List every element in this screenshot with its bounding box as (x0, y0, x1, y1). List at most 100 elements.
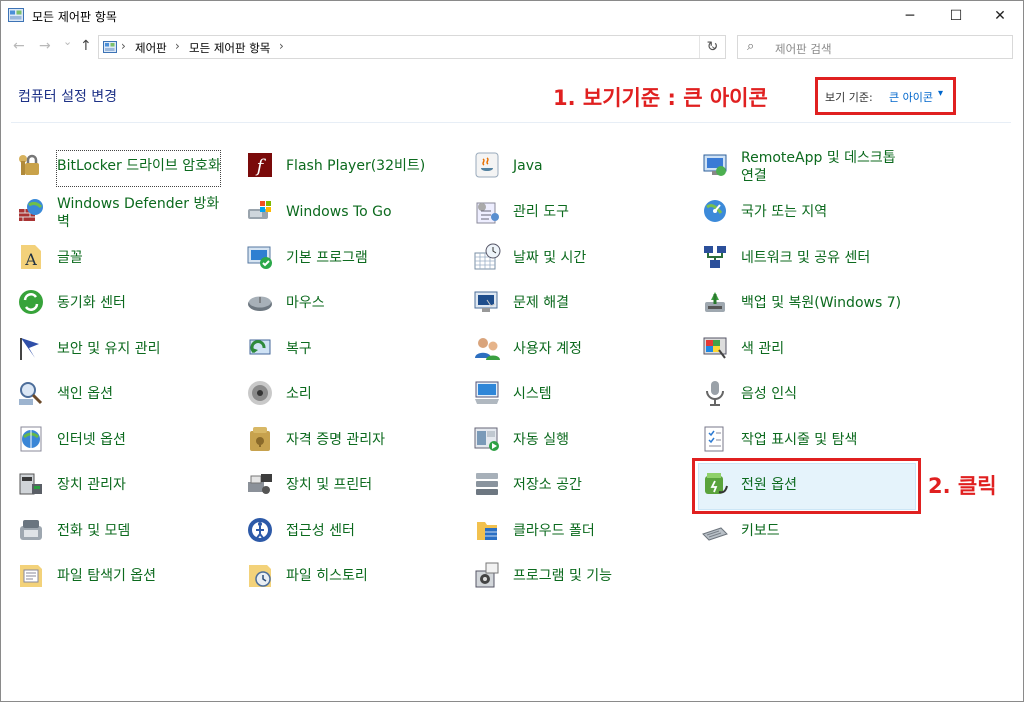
annotation-step2: 2. 클릭 (928, 474, 997, 498)
control-panel-item[interactable]: Java (473, 149, 678, 189)
control-panel-item[interactable]: 파일 탐색기 옵션 (17, 559, 222, 599)
up-arrow-icon[interactable]: ↑ (80, 38, 92, 54)
item-icon (248, 296, 272, 311)
control-panel-item[interactable]: 국가 또는 지역 (701, 195, 906, 235)
window-title: 모든 제어판 항목 (32, 10, 117, 24)
item-icon: f (248, 153, 272, 177)
control-panel-item[interactable]: 시스템 (473, 377, 678, 417)
control-panel-item[interactable]: 키보드 (701, 514, 906, 554)
control-panel-item[interactable]: 저장소 공간 (473, 468, 678, 508)
item-icon (20, 520, 42, 540)
item-label: 관리 도구 (513, 204, 569, 220)
maximize-button[interactable]: ☐ (933, 1, 979, 31)
item-label: 저장소 공간 (513, 477, 582, 493)
item-icon (249, 565, 271, 587)
control-panel-item[interactable]: 전화 및 모뎀 (17, 514, 222, 554)
control-panel-app-icon (8, 8, 24, 22)
control-panel-item[interactable]: 음성 인식 (701, 377, 906, 417)
control-panel-item[interactable]: 인터넷 옵션 (17, 423, 222, 463)
control-panel-item[interactable]: 보안 및 유지 관리 (17, 332, 222, 372)
item-icon (476, 202, 499, 224)
item-label: 날짜 및 시간 (513, 250, 587, 266)
view-by-label: 보기 기준: (825, 91, 873, 104)
header-divider (11, 122, 1011, 123)
item-label: 네트워크 및 공유 센터 (741, 250, 871, 266)
item-icon (20, 565, 42, 587)
control-panel-item[interactable]: 사용자 계정 (473, 332, 678, 372)
item-label: BitLocker 드라이브 암호화 (57, 158, 221, 174)
forward-arrow-icon[interactable]: → (39, 38, 51, 54)
control-panel-item[interactable]: 네트워크 및 공유 센터 (701, 241, 906, 281)
control-panel-item[interactable]: A 글꼴 (17, 241, 222, 281)
view-dropdown-caret-icon[interactable]: ▾ (938, 88, 943, 99)
item-icon (704, 246, 726, 268)
item-icon (703, 337, 727, 359)
item-label: 백업 및 복원(Windows 7) (741, 295, 902, 311)
control-panel-item[interactable]: 자격 증명 관리자 (246, 423, 451, 463)
item-icon (475, 338, 500, 360)
search-input[interactable]: ⌕ 제어판 검색 (737, 35, 1013, 59)
breadcrumb-all-items[interactable]: 모든 제어판 항목 (189, 40, 270, 56)
control-panel-item[interactable]: 소리 (246, 377, 451, 417)
item-label: Windows Defender 방화벽 (57, 196, 220, 230)
control-panel-item[interactable]: RemoteApp 및 데스크톱 연결 (701, 149, 906, 189)
recent-locations-icon[interactable]: ⌄ (63, 35, 72, 48)
control-panel-item[interactable]: 날짜 및 시간 (473, 241, 678, 281)
control-panel-item[interactable]: 장치 관리자 (17, 468, 222, 508)
item-label: Windows To Go (286, 204, 392, 220)
back-arrow-icon[interactable]: ← (13, 38, 25, 54)
control-panel-item[interactable]: Windows To Go (246, 195, 451, 235)
control-panel-item[interactable]: 프로그램 및 기능 (473, 559, 678, 599)
control-panel-item[interactable]: 백업 및 복원(Windows 7) (701, 286, 906, 326)
item-icon (474, 291, 498, 312)
close-button[interactable]: ✕ (977, 1, 1023, 31)
item-label: 국가 또는 지역 (741, 204, 828, 220)
control-panel-item[interactable]: f Flash Player(32비트) (246, 149, 451, 189)
item-label: 시스템 (513, 386, 552, 402)
control-panel-item[interactable]: 관리 도구 (473, 195, 678, 235)
breadcrumb-separator-icon[interactable]: › (279, 39, 284, 53)
breadcrumb-separator-icon[interactable]: › (121, 39, 126, 53)
control-panel-item[interactable]: BitLocker 드라이브 암호화 (17, 149, 222, 189)
control-panel-item[interactable]: 접근성 센터 (246, 514, 451, 554)
item-label: 자격 증명 관리자 (286, 432, 386, 448)
breadcrumb-separator-icon[interactable]: › (175, 39, 180, 53)
item-label: 접근성 센터 (286, 523, 355, 539)
control-panel-item[interactable]: 장치 및 프린터 (246, 468, 451, 508)
control-panel-item[interactable]: 클라우드 폴더 (473, 514, 678, 554)
item-label: 키보드 (741, 523, 780, 539)
item-label: 복구 (286, 341, 312, 357)
item-icon (250, 427, 270, 451)
item-icon (474, 243, 501, 270)
control-panel-item[interactable]: 파일 히스토리 (246, 559, 451, 599)
control-panel-item[interactable]: 색 관리 (701, 332, 906, 372)
view-by-dropdown[interactable]: 큰 아이콘 (889, 89, 933, 105)
item-label: 마우스 (286, 295, 325, 311)
item-label: 글꼴 (57, 250, 83, 266)
item-icon (704, 200, 726, 222)
breadcrumb-control-panel[interactable]: 제어판 (135, 40, 167, 56)
minimize-button[interactable]: ─ (887, 1, 933, 31)
control-panel-item[interactable]: 동기화 센터 (17, 286, 222, 326)
control-panel-item[interactable]: 색인 옵션 (17, 377, 222, 417)
control-panel-item[interactable]: 문제 해결 (473, 286, 678, 326)
item-label: 클라우드 폴더 (513, 523, 595, 539)
control-panel-item[interactable]: 전원 옵션 (701, 468, 906, 508)
item-label: 전화 및 모뎀 (57, 523, 131, 539)
control-panel-item[interactable]: 작업 표시줄 및 탐색 (701, 423, 906, 463)
control-panel-item[interactable]: Windows Defender 방화벽 (17, 195, 222, 235)
item-icon (19, 473, 42, 495)
control-panel-item[interactable]: 자동 실행 (473, 423, 678, 463)
item-icon (248, 518, 272, 542)
control-panel-window: 모든 제어판 항목 ─ ☐ ✕ ← → ⌄ ↑ › 제어판 › 모든 제어판 항… (0, 0, 1024, 702)
item-label: 색 관리 (741, 341, 785, 357)
control-panel-item[interactable]: 기본 프로그램 (246, 241, 451, 281)
control-panel-item[interactable]: 마우스 (246, 286, 451, 326)
control-panel-item[interactable]: 복구 (246, 332, 451, 372)
refresh-button[interactable]: ↻ (699, 36, 725, 58)
address-bar[interactable]: › 제어판 › 모든 제어판 항목 › ⌄ (98, 35, 726, 59)
item-label: 동기화 센터 (57, 295, 126, 311)
item-label: 색인 옵션 (57, 386, 113, 402)
item-label: 전원 옵션 (741, 477, 797, 493)
item-icon (19, 382, 43, 405)
